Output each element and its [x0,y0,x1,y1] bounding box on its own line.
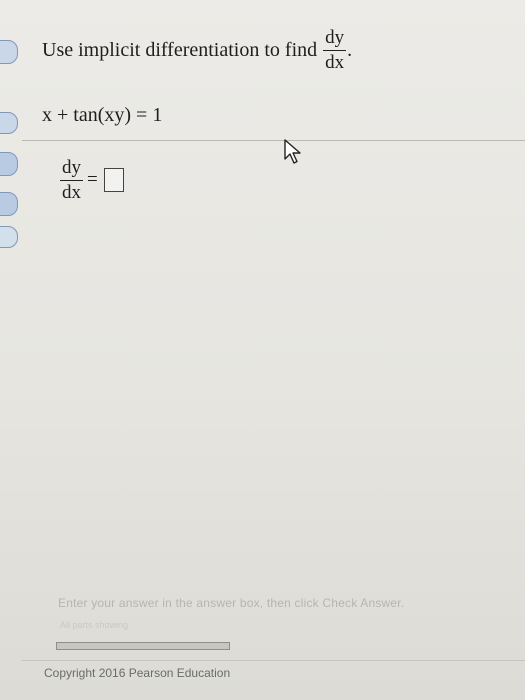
divider [22,140,525,141]
fraction-numerator: dy [60,158,83,181]
parts-showing-label: All parts showing [60,620,129,630]
given-equation: x + tan(xy) = 1 [42,104,163,126]
answer-row: dy dx = [54,158,124,203]
side-tab[interactable] [0,112,18,134]
mouse-cursor-icon [284,139,301,164]
copyright-text: Copyright 2016 Pearson Education [44,666,231,680]
equals-sign: = [87,169,98,191]
fraction-numerator: dy [323,28,347,51]
side-tab[interactable] [0,226,18,248]
parts-progress-bar [56,642,230,650]
side-tab[interactable] [0,40,18,64]
fraction-denominator: dx [325,51,345,73]
question-page: Use implicit differentiation to find dy … [0,0,525,700]
prompt-text: Use implicit differentiation to find [42,38,318,61]
answer-input-box[interactable] [103,168,124,193]
answer-derivative-fraction: dy dx [60,158,83,203]
side-tab[interactable] [0,152,18,176]
instruction-text: Enter your answer in the answer box, the… [58,596,405,610]
footer-divider [22,660,525,661]
prompt-derivative-fraction: dy dx [323,28,347,73]
side-tab[interactable] [0,192,18,216]
prompt-period: . [347,38,353,61]
parts-progress-fill [57,643,229,649]
question-prompt: Use implicit differentiation to find dy … [42,28,502,73]
fraction-denominator: dx [62,181,81,203]
